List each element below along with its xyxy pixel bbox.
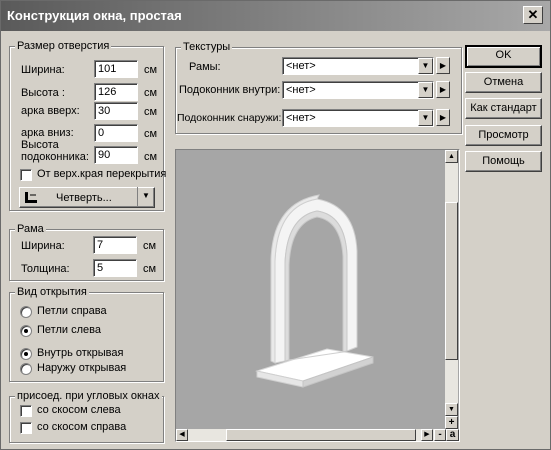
dropdown-arrow-icon[interactable]: ▼ bbox=[142, 191, 150, 200]
scroll-left-icon[interactable]: ◀ bbox=[176, 429, 188, 441]
preview-button[interactable]: Просмотр bbox=[465, 125, 542, 146]
outward-label: Наружу открывая bbox=[37, 362, 127, 374]
quarter-shape-icon bbox=[24, 191, 38, 204]
bevel-right-label: со скосом справа bbox=[37, 421, 127, 433]
ok-button[interactable]: OK bbox=[465, 45, 542, 68]
shape-button-label: Четверть... bbox=[56, 192, 112, 204]
hinges-left-radio[interactable] bbox=[20, 325, 32, 337]
arch-up-unit: см bbox=[144, 106, 158, 118]
frames-texture-value: <нет> bbox=[286, 60, 316, 72]
outward-radio[interactable] bbox=[20, 363, 32, 375]
sill-height-label-line2: подоконника: bbox=[21, 151, 89, 163]
bevel-left-label: со скосом слева bbox=[37, 404, 121, 416]
textures-legend: Текстуры bbox=[181, 41, 233, 53]
split-divider bbox=[137, 187, 138, 206]
from-top-checkbox[interactable] bbox=[20, 169, 32, 181]
frame-width-unit: см bbox=[143, 240, 157, 252]
sill-height-field[interactable]: 90 bbox=[94, 146, 138, 164]
sill-inside-play-icon[interactable]: ▶ bbox=[436, 81, 450, 98]
inward-label: Внутрь открывая bbox=[37, 347, 124, 359]
hinges-right-label: Петли справа bbox=[37, 305, 107, 317]
sill-inside-texture-label: Подоконник внутри: bbox=[179, 84, 281, 96]
sill-outside-texture-value: <нет> bbox=[286, 112, 316, 124]
sill-outside-texture-select[interactable]: <нет> ▼ bbox=[282, 109, 434, 127]
preview-area[interactable] bbox=[175, 149, 460, 442]
help-button[interactable]: Помощь bbox=[465, 151, 542, 172]
frame-thickness-field[interactable]: 5 bbox=[93, 259, 137, 277]
opening-height-field[interactable]: 126 bbox=[94, 83, 138, 101]
hinges-right-radio[interactable] bbox=[20, 306, 32, 318]
arch-down-unit: см bbox=[144, 128, 158, 140]
close-icon: ✕ bbox=[527, 7, 539, 22]
hinges-left-label: Петли слева bbox=[37, 324, 101, 336]
from-top-label: От верх.края перекрытия bbox=[37, 168, 167, 180]
opening-width-field[interactable]: 101 bbox=[94, 60, 138, 78]
bevel-left-checkbox[interactable] bbox=[20, 405, 32, 417]
vertical-scroll-thumb[interactable] bbox=[445, 202, 458, 360]
arch-down-field[interactable]: 0 bbox=[94, 124, 138, 142]
corner-legend: присоед. при угловых окнах bbox=[15, 390, 162, 402]
sill-inside-texture-value: <нет> bbox=[286, 84, 316, 96]
close-button[interactable]: ✕ bbox=[523, 6, 543, 24]
opening-height-label: Высота : bbox=[21, 87, 65, 99]
bevel-right-checkbox[interactable] bbox=[20, 422, 32, 434]
frames-texture-play-icon[interactable]: ▶ bbox=[436, 57, 450, 74]
sill-outside-texture-label: Подоконник снаружи: bbox=[177, 112, 282, 124]
window-title: Конструкция окна, простая bbox=[7, 8, 182, 23]
chevron-down-icon[interactable]: ▼ bbox=[418, 58, 433, 74]
horizontal-scroll-thumb[interactable] bbox=[226, 429, 416, 441]
zoom-out-button[interactable]: - bbox=[434, 429, 446, 441]
frame-legend: Рама bbox=[15, 223, 46, 235]
preview-horizontal-scrollbar[interactable]: ◀ ▶ - a bbox=[176, 429, 459, 441]
sill-outside-play-icon[interactable]: ▶ bbox=[436, 109, 450, 126]
chevron-down-icon[interactable]: ▼ bbox=[418, 82, 433, 98]
opening-width-label: Ширина: bbox=[21, 64, 65, 76]
sill-height-label-line1: Высота bbox=[21, 139, 59, 151]
title-bar[interactable]: Конструкция окна, простая ✕ bbox=[1, 1, 550, 31]
opening-size-legend: Размер отверстия bbox=[15, 40, 112, 52]
opening-height-unit: см bbox=[144, 87, 158, 99]
arch-up-label: арка вверх: bbox=[21, 105, 80, 117]
shape-button[interactable]: Четверть... ▼ bbox=[19, 187, 155, 208]
sill-height-unit: см bbox=[144, 151, 158, 163]
frame-width-field[interactable]: 7 bbox=[93, 236, 137, 254]
dialog-window: Конструкция окна, простая ✕ Размер отвер… bbox=[0, 0, 551, 450]
auto-fit-button[interactable]: a bbox=[446, 429, 459, 441]
chevron-down-icon[interactable]: ▼ bbox=[418, 110, 433, 126]
inward-radio[interactable] bbox=[20, 348, 32, 360]
opening-width-unit: см bbox=[144, 64, 158, 76]
scroll-down-icon[interactable]: ▼ bbox=[445, 403, 458, 416]
frame-thickness-unit: см bbox=[143, 263, 157, 275]
arch-down-label: арка вниз: bbox=[21, 127, 74, 139]
scroll-up-icon[interactable]: ▲ bbox=[445, 150, 458, 163]
arch-up-field[interactable]: 30 bbox=[94, 102, 138, 120]
frame-thickness-label: Толщина: bbox=[21, 263, 70, 275]
frames-texture-select[interactable]: <нет> ▼ bbox=[282, 57, 434, 75]
frames-texture-label: Рамы: bbox=[189, 61, 221, 73]
sill-inside-texture-select[interactable]: <нет> ▼ bbox=[282, 81, 434, 99]
cancel-button[interactable]: Отмена bbox=[465, 72, 542, 93]
as-standard-button[interactable]: Как стандарт bbox=[465, 98, 542, 119]
scroll-right-icon[interactable]: ▶ bbox=[421, 429, 433, 441]
window-3d-model bbox=[255, 194, 374, 388]
frame-width-label: Ширина: bbox=[21, 240, 65, 252]
opening-type-legend: Вид открытия bbox=[15, 286, 89, 298]
preview-vertical-scrollbar[interactable]: ▲ ▼ + bbox=[445, 150, 458, 429]
zoom-in-button[interactable]: + bbox=[445, 416, 458, 429]
